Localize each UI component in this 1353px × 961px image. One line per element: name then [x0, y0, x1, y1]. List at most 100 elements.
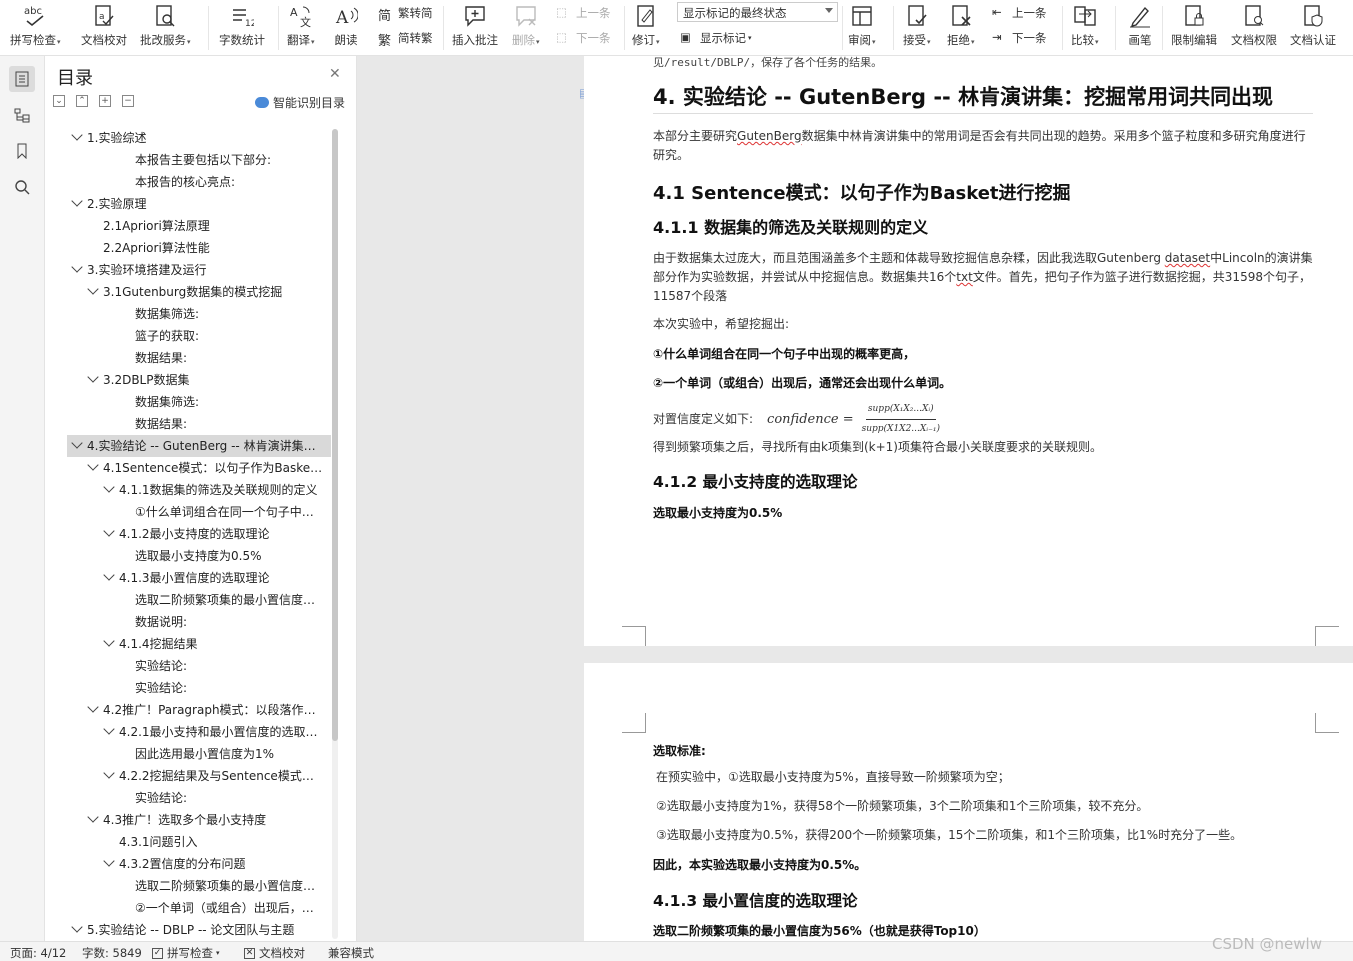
toc-item[interactable]: 4.1Sentence模式：以句子作为Basket进行挖掘 — [67, 457, 331, 479]
toc-item[interactable]: 实验结论: — [67, 787, 331, 809]
toc-item[interactable]: 4.1.2最小支持度的选取理论 — [67, 523, 331, 545]
document-page[interactable]: 见/result/DBLP/，保存了各个任务的结果。 4. 实验结论 -- Gu… — [584, 56, 1353, 646]
chevron-down-icon[interactable] — [71, 921, 83, 933]
compare-button[interactable]: 比较▾ — [1071, 0, 1099, 56]
paragraph: 在预实验中，①选取最小支持度为5%，直接导致一阶频繁项为空； — [656, 770, 1010, 784]
toc-item[interactable]: 4.1.4挖掘结果 — [67, 633, 331, 655]
toc-item[interactable]: 3.实验环境搭建及运行 — [67, 259, 331, 281]
doc-certify-button[interactable]: 文档认证 — [1290, 0, 1336, 56]
toc-item[interactable]: 实验结论: — [67, 655, 331, 677]
chevron-down-icon[interactable] — [103, 635, 115, 647]
chevron-down-icon[interactable] — [87, 811, 99, 823]
insert-comment-button[interactable]: 插入批注 — [452, 0, 498, 56]
close-icon[interactable]: ✕ — [329, 66, 341, 82]
chevron-down-icon[interactable] — [103, 723, 115, 735]
toc-item[interactable]: 4.3.2置信度的分布问题 — [67, 853, 331, 875]
toc-item[interactable]: 数据结果: — [67, 413, 331, 435]
accept-button[interactable]: 接受▾ — [903, 0, 931, 56]
toc-item[interactable]: 实验结论: — [67, 677, 331, 699]
remove-item-icon[interactable]: − — [122, 95, 134, 107]
toc-item[interactable]: 4.1.1数据集的筛选及关联规则的定义 — [67, 479, 331, 501]
toc-item[interactable]: 4.2推广！Paragraph模式：以段落作为Basket进行挖掘 — [67, 699, 331, 721]
next-comment-button[interactable]: ⬚ 下一条 — [556, 27, 611, 49]
search-icon[interactable] — [9, 174, 35, 200]
chevron-down-icon[interactable] — [71, 195, 83, 207]
toc-item[interactable]: 4.2.1最小支持和最小置信度的选取理论 — [67, 721, 331, 743]
chevron-down-icon[interactable] — [103, 855, 115, 867]
chevron-down-icon[interactable] — [103, 525, 115, 537]
track-changes-button[interactable]: 修订▾ — [632, 0, 660, 56]
toc-item[interactable]: 4.2.2挖掘结果及与Sentence模式的比较 — [67, 765, 331, 787]
prev-change-button[interactable]: ⇤ 上一条 — [992, 2, 1047, 24]
toc-item[interactable]: ②一个单词（或组合）出现后，通常还会出现什么单词 — [67, 897, 331, 919]
read-aloud-icon: A — [333, 3, 359, 29]
toc-item[interactable]: 2.实验原理 — [67, 193, 331, 215]
toc-item[interactable]: 5.实验结论 -- DBLP -- 论文团队与主题 — [67, 919, 331, 937]
restrict-edit-button[interactable]: 限制编辑 — [1171, 0, 1217, 56]
collapse-all-icon[interactable]: ⌄ — [53, 95, 65, 107]
pen-button[interactable]: 画笔 — [1127, 0, 1153, 56]
toc-item[interactable]: 4.3.1问题引入 — [67, 831, 331, 853]
reject-button[interactable]: 拒绝▾ — [947, 0, 975, 56]
wordcount-button[interactable]: 123 字数统计 — [219, 0, 265, 56]
toc-item[interactable]: 选取二阶频繁项集的最小置信度为56% — [67, 589, 331, 611]
toc-item[interactable]: 选取二阶频繁项集的最小置信度为56% — [67, 875, 331, 897]
chevron-down-icon[interactable] — [87, 283, 99, 295]
add-item-icon[interactable]: + — [99, 95, 111, 107]
trad-to-simp-button[interactable]: 简繁转简 — [378, 2, 433, 24]
chevron-down-icon[interactable] — [103, 569, 115, 581]
toc-panel-icon[interactable] — [9, 66, 35, 92]
chevron-down-icon[interactable] — [103, 767, 115, 779]
review-button[interactable]: 审阅▾ — [848, 0, 876, 56]
chevron-down-icon[interactable] — [87, 371, 99, 383]
page-indicator[interactable]: 页面: 4/12 — [10, 945, 66, 961]
toc-item[interactable]: 数据集筛选: — [67, 303, 331, 325]
toc-item[interactable]: 1.实验综述 — [67, 127, 331, 149]
chevron-down-icon[interactable] — [71, 437, 83, 449]
translate-button[interactable]: A文 翻译▾ — [287, 0, 315, 56]
doc-permission-button[interactable]: 文档权限 — [1231, 0, 1277, 56]
toc-item[interactable]: 因此选用最小置信度为1% — [67, 743, 331, 765]
proofread-status[interactable]: ✕ 文档校对 — [244, 945, 305, 961]
delete-comment-button[interactable]: 删除▾ — [512, 0, 540, 56]
toc-item[interactable]: 本报告的核心亮点: — [67, 171, 331, 193]
toc-item[interactable]: 选取最小支持度为0.5% — [67, 545, 331, 567]
toc-item[interactable]: 数据结果: — [67, 347, 331, 369]
toc-item[interactable]: ①什么单词组合在同一个句子中出现的概率更高 — [67, 501, 331, 523]
toc-item[interactable]: 2.2Apriori算法性能 — [67, 237, 331, 259]
toc-item[interactable]: 2.1Apriori算法原理 — [67, 215, 331, 237]
outline-panel-icon[interactable] — [9, 102, 35, 128]
toc-item[interactable]: 数据说明: — [67, 611, 331, 633]
document-canvas[interactable]: ▤▾ 见/result/DBLP/，保存了各个任务的结果。 4. 实验结论 --… — [357, 56, 1353, 941]
spellcheck-button[interactable]: abc 拼写检查▾ — [10, 0, 61, 56]
toc-item[interactable]: 数据集筛选: — [67, 391, 331, 413]
simp-to-trad-button[interactable]: 繁简转繁 — [378, 27, 433, 49]
toc-item[interactable]: 3.1Gutenburg数据集的模式挖掘 — [67, 281, 331, 303]
toc-item[interactable]: 4.3推广！选取多个最小支持度 — [67, 809, 331, 831]
toc-item-label: 2.实验原理 — [87, 197, 147, 211]
batch-service-button[interactable]: 批改服务▾ — [140, 0, 191, 56]
expand-all-icon[interactable]: ⌃ — [76, 95, 88, 107]
spellcheck-status[interactable]: ✓ 拼写检查 ▾ — [152, 945, 220, 961]
chevron-down-icon[interactable] — [87, 459, 99, 471]
chevron-down-icon[interactable] — [87, 701, 99, 713]
toc-item[interactable]: 3.2DBLP数据集 — [67, 369, 331, 391]
proofread-button[interactable]: a 文档校对 — [81, 0, 127, 56]
chevron-down-icon[interactable] — [71, 129, 83, 141]
smart-toc-button[interactable]: 智能识别目录 — [255, 94, 345, 111]
markup-state-select[interactable]: 显示标记的最终状态 — [677, 2, 838, 22]
chevron-down-icon[interactable] — [103, 481, 115, 493]
toc-item[interactable]: 篮子的获取: — [67, 325, 331, 347]
document-page[interactable]: 选取标准: 在预实验中，①选取最小支持度为5%，直接导致一阶频繁项为空； ②选取… — [584, 663, 1353, 941]
word-count[interactable]: 字数: 5849 — [82, 945, 142, 961]
toc-item[interactable]: 4.1.3最小置信度的选取理论 — [67, 567, 331, 589]
toc-item[interactable]: 本报告主要包括以下部分: — [67, 149, 331, 171]
show-markup-button[interactable]: ▣ 显示标记 ▾ — [680, 27, 752, 49]
toc-item[interactable]: 4.实验结论 -- GutenBerg -- 林肯演讲集挖掘常用词共同出现 — [67, 435, 331, 457]
chevron-down-icon[interactable] — [71, 261, 83, 273]
bookmark-icon[interactable] — [9, 138, 35, 164]
prev-comment-button[interactable]: ⬚ 上一条 — [556, 2, 611, 24]
read-aloud-button[interactable]: A 朗读 — [333, 0, 359, 56]
next-change-button[interactable]: ⇥ 下一条 — [992, 27, 1047, 49]
toc-scrollbar-thumb[interactable] — [332, 129, 338, 741]
